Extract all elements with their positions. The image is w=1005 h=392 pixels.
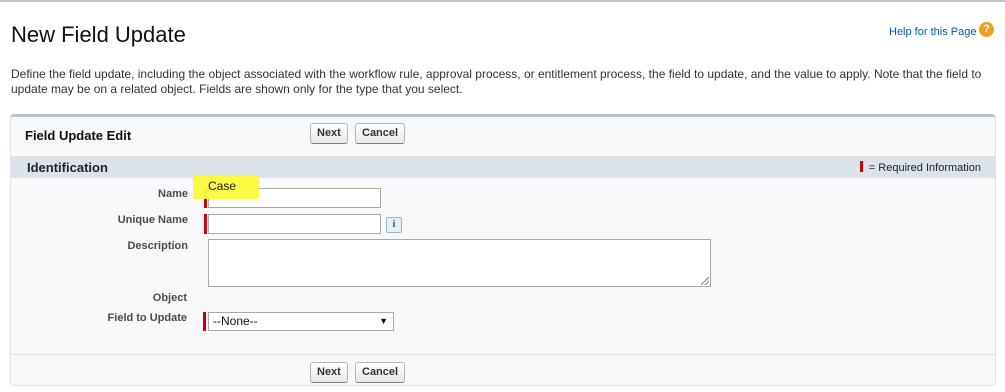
required-indicator-icon	[859, 161, 863, 172]
description-label: Description	[127, 240, 188, 252]
field-to-update-required-indicator	[203, 312, 206, 331]
unique-name-input[interactable]	[208, 214, 381, 234]
object-value: Case	[208, 179, 237, 193]
page-title: New Field Update	[11, 22, 186, 47]
help-link[interactable]: Help for this Page	[889, 26, 976, 38]
object-label: Object	[152, 292, 187, 304]
footer-separator	[11, 354, 995, 355]
bottom-cancel-button[interactable]: Cancel	[355, 362, 406, 383]
description-textarea[interactable]	[208, 239, 711, 287]
field-to-update-select[interactable]: --None-- ▼	[208, 312, 394, 331]
field-update-edit-panel: Field Update Edit Next Cancel Identifica…	[10, 114, 996, 386]
identification-section-header: Identification = Required Information	[11, 155, 995, 178]
help-icon[interactable]: ?	[979, 22, 994, 37]
field-to-update-label: Field to Update	[107, 312, 187, 324]
bottom-next-button[interactable]: Next	[310, 362, 348, 383]
section-title: Identification	[27, 160, 108, 175]
field-to-update-selected: --None--	[213, 314, 258, 328]
top-cancel-button[interactable]: Cancel	[355, 123, 406, 144]
resize-grip-icon[interactable]	[701, 277, 709, 285]
page-description: Define the field update, including the o…	[11, 67, 982, 96]
unique-name-label: Unique Name	[117, 214, 188, 226]
top-border	[0, 0, 1005, 2]
chevron-down-icon: ▼	[379, 316, 388, 326]
panel-title: Field Update Edit	[25, 128, 132, 143]
top-next-button[interactable]: Next	[310, 123, 348, 144]
info-icon[interactable]: i	[386, 217, 402, 233]
required-legend-text: = Required Information	[868, 162, 981, 174]
name-label: Name	[158, 188, 188, 200]
unique-name-required-indicator	[204, 214, 207, 234]
required-legend: = Required Information	[859, 161, 981, 174]
